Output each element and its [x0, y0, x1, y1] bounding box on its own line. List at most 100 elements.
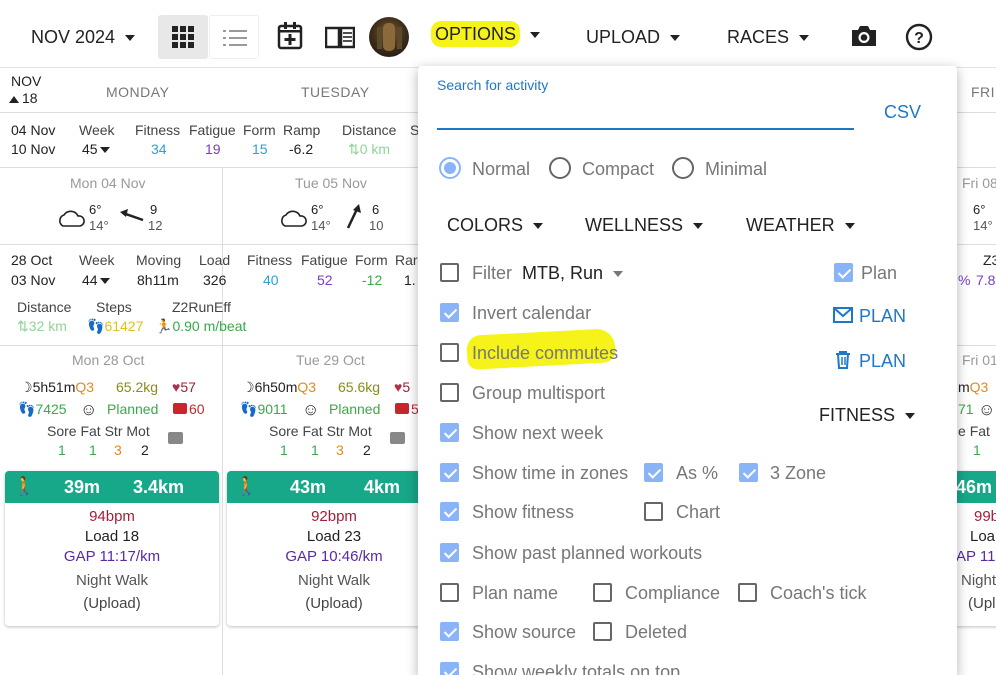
temp-low: 14°	[311, 218, 331, 233]
book-icon[interactable]	[325, 25, 355, 49]
show-fitness-checkbox[interactable]	[440, 502, 459, 521]
comment-icon[interactable]	[168, 432, 183, 444]
show-past-planned-checkbox[interactable]	[440, 543, 459, 562]
cloud-icon	[59, 210, 85, 227]
weight-value: 65.2kg	[116, 379, 159, 395]
grid-view-button[interactable]	[158, 15, 208, 59]
include-commutes-checkbox[interactable]	[440, 343, 459, 362]
three-zone-checkbox[interactable]	[739, 463, 758, 482]
filter-select[interactable]: MTB, Run	[522, 263, 624, 284]
show-weekly-totals-checkbox[interactable]	[440, 662, 459, 675]
card-gap: GAP 11:17/km	[63, 548, 161, 565]
str-value: 3	[114, 442, 122, 458]
radio-normal[interactable]	[439, 157, 461, 179]
fat-label: Fat	[80, 423, 101, 439]
races-menu-button[interactable]: RACES	[727, 27, 810, 48]
week-start-date: 04 Nov	[11, 122, 56, 138]
chart-checkbox[interactable]	[644, 502, 663, 521]
comment-icon[interactable]	[390, 432, 405, 444]
str-label: Str	[104, 423, 123, 439]
wind-arrow-icon	[120, 209, 144, 222]
moving-value: 8h11m	[137, 272, 179, 288]
as-pct-label: As %	[676, 463, 719, 483]
colors-label: COLORS	[447, 215, 524, 235]
upload-menu-button[interactable]: UPLOAD	[586, 27, 681, 48]
help-icon[interactable]: ?	[905, 23, 933, 51]
delete-plan-button[interactable]: PLAN	[835, 351, 906, 372]
month-selector[interactable]: NOV 2024	[31, 27, 136, 48]
week-selector[interactable]: 44	[82, 272, 110, 288]
csv-button[interactable]: CSV	[884, 102, 921, 123]
weight-value: 65.6kg	[338, 379, 381, 395]
card-distance: 3.4km	[133, 477, 185, 497]
radio-minimal-label: Minimal	[705, 159, 768, 179]
triangle-up-icon	[9, 96, 19, 103]
group-multisport-checkbox[interactable]	[440, 383, 459, 402]
filter-checkbox[interactable]	[440, 263, 459, 282]
chevron-down-icon	[613, 271, 624, 278]
filter-label: Filter	[472, 263, 512, 283]
monday-header: MONDAY	[106, 84, 170, 100]
coaches-tick-label: Coach's tick	[770, 583, 867, 603]
show-time-in-zones-checkbox[interactable]	[440, 463, 459, 482]
wind-arrow-icon	[346, 204, 361, 229]
search-label: Search for activity	[437, 77, 549, 93]
compliance-label: Compliance	[625, 583, 721, 603]
invert-calendar-checkbox[interactable]	[440, 303, 459, 322]
str-label: Str	[326, 423, 345, 439]
compliance-checkbox[interactable]	[593, 583, 612, 602]
route-icon: ⇅	[17, 318, 29, 334]
activity-card[interactable]: 🚶 43m 4km 92bpm Load 23 GAP 10:46/km Nig…	[227, 471, 441, 626]
hrv-text: 60	[189, 401, 205, 417]
search-activity-input[interactable]	[437, 106, 854, 130]
resting-hr: ♥5	[394, 379, 410, 395]
distance-label: Distance	[17, 299, 72, 315]
radio-minimal[interactable]	[672, 157, 694, 179]
plan-checkbox[interactable]	[834, 263, 853, 282]
plan-name-checkbox[interactable]	[440, 583, 459, 602]
fitness-value: 40	[263, 272, 279, 288]
show-next-week-checkbox[interactable]	[440, 423, 459, 442]
camera-icon[interactable]	[850, 24, 878, 48]
show-source-checkbox[interactable]	[440, 622, 459, 641]
sore-value: 1	[973, 442, 981, 458]
distance-text: 32 km	[28, 318, 67, 334]
avatar[interactable]	[369, 17, 409, 57]
add-event-icon[interactable]	[277, 22, 303, 50]
chevron-down-icon	[125, 35, 136, 42]
month-short: NOV	[11, 73, 42, 89]
radio-compact[interactable]	[549, 157, 571, 179]
tuesday-header: TUESDAY	[301, 84, 370, 100]
fitness-value: 34	[151, 141, 167, 157]
deleted-checkbox[interactable]	[593, 622, 612, 641]
wellness-labels: Sore Fat Str Mot	[269, 423, 372, 439]
form-label: Form	[355, 252, 388, 268]
fitness-label: FITNESS	[819, 405, 896, 425]
weather-menu[interactable]: WEATHER	[746, 215, 855, 236]
options-menu-button[interactable]: OPTIONS	[431, 21, 541, 47]
list-view-button[interactable]	[209, 15, 259, 59]
week-selector[interactable]: 45	[82, 141, 110, 157]
wind-gust: 12	[148, 218, 163, 233]
moon-icon: ☽	[20, 379, 33, 395]
week-number[interactable]: 18	[9, 90, 38, 106]
fitness-menu[interactable]: FITNESS	[819, 405, 916, 426]
chart-label: Chart	[676, 502, 721, 522]
weather-label: WEATHER	[746, 215, 835, 235]
wind-speed: 6	[372, 202, 380, 217]
steps-text: 61427	[104, 318, 144, 334]
email-plan-button[interactable]: PLAN	[833, 306, 906, 327]
card-duration: 43m	[290, 477, 327, 497]
colors-menu[interactable]: COLORS	[447, 215, 544, 236]
sleep-text: 5h51m	[32, 379, 76, 395]
trash-icon	[836, 351, 850, 369]
email-plan-label: PLAN	[859, 306, 907, 326]
day-date: Tue 29 Oct	[296, 352, 365, 368]
walk-icon: 🚶	[13, 476, 36, 496]
cloud-icon	[281, 210, 307, 227]
wellness-menu[interactable]: WELLNESS	[585, 215, 704, 236]
coaches-tick-checkbox[interactable]	[738, 583, 757, 602]
activity-card[interactable]: 🚶 39m 3.4km 94bpm Load 18 GAP 11:17/km N…	[5, 471, 219, 626]
z2-text: 0.90 m/beat	[172, 318, 247, 334]
as-pct-checkbox[interactable]	[644, 463, 663, 482]
